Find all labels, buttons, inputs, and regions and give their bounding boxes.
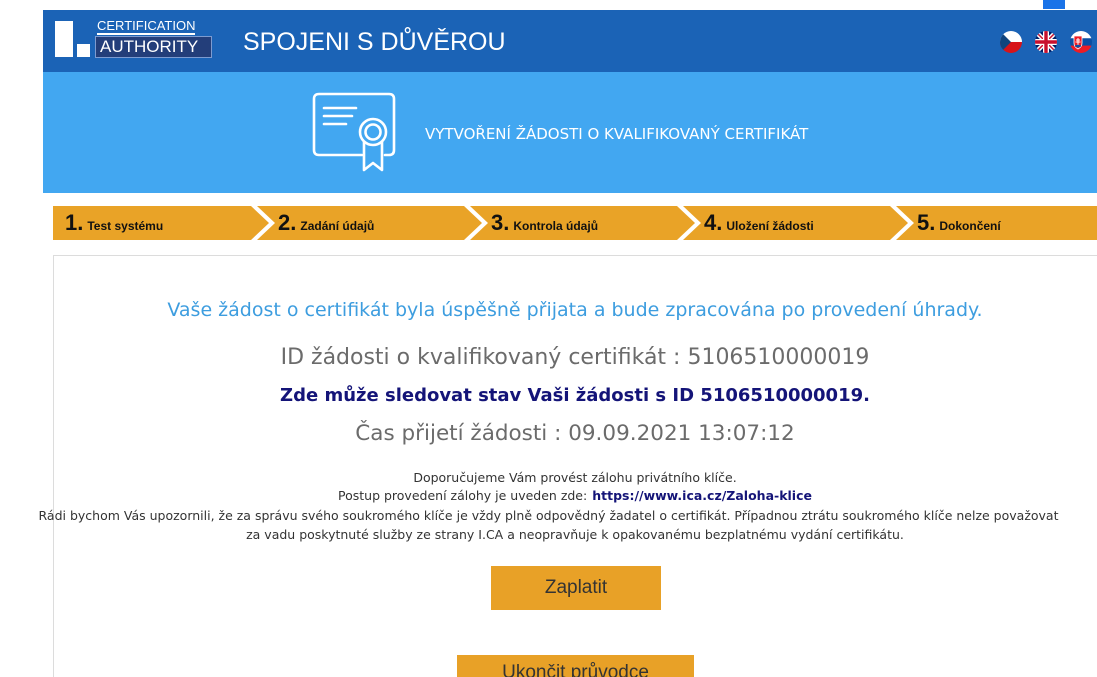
- step-label: Uložení žádosti: [726, 219, 814, 233]
- wizard-title: VYTVOŘENÍ ŽÁDOSTI O KVALIFIKOVANÝ CERTIF…: [425, 125, 809, 143]
- success-message: Vaše žádost o certifikát byla úspěšně př…: [167, 299, 983, 321]
- certificate-icon: [312, 92, 396, 172]
- step-label: Dokončení: [939, 219, 1001, 233]
- flag-cz-icon[interactable]: [1000, 31, 1022, 53]
- wizard-step-1: 1. Test systému: [53, 206, 275, 240]
- flag-gb-icon[interactable]: [1035, 31, 1057, 53]
- logo-text-authority: AUTHORITY: [95, 36, 212, 58]
- step-label: Test systému: [87, 219, 164, 233]
- wizard-step-2: 2. Zadání údajů: [266, 206, 488, 240]
- notice-line: Rádi bychom Vás upozornili, že za správu…: [38, 508, 1059, 523]
- backup-instructions: Postup provedení zálohy je uveden zde: ht…: [53, 487, 1097, 505]
- step-number: 4.: [704, 210, 723, 235]
- step-number: 2.: [278, 210, 297, 235]
- logo-mark-dot: [77, 44, 90, 57]
- step-number: 1.: [65, 210, 84, 235]
- backup-instructions-text: Postup provedení zálohy je uveden zde:: [338, 488, 588, 503]
- step-label: Kontrola údajů: [513, 219, 599, 233]
- backup-guide-link[interactable]: https://www.ica.cz/Zaloha-klice: [592, 488, 812, 503]
- logo-mark-bar: [55, 21, 73, 57]
- logo-text-certification: CERTIFICATION: [97, 18, 196, 35]
- wizard-step-3: 3. Kontrola údajů: [479, 206, 701, 240]
- wizard-step-4: 4. Uložení žádosti: [692, 206, 914, 240]
- request-status-row: Zde může sledovat stav Vaši žádosti s ID…: [53, 384, 1097, 408]
- received-time: Čas přijetí žádosti : 09.09.2021 13:07:1…: [355, 421, 795, 446]
- step-number: 3.: [491, 210, 510, 235]
- exit-wizard-button[interactable]: Ukončit průvodce: [457, 655, 694, 677]
- header-tagline: SPOJENI S DŮVĚROU: [243, 28, 506, 56]
- step-label: Zadání údajů: [300, 219, 375, 233]
- notice-line: za vadu poskytnuté služby ze strany I.CA…: [246, 527, 904, 542]
- exit-wizard-label: Ukončit průvodce: [502, 662, 649, 677]
- step-number: 5.: [917, 210, 936, 235]
- top-edge-tab: [1043, 0, 1065, 9]
- wizard-banner: VYTVOŘENÍ ŽÁDOSTI O KVALIFIKOVANÝ CERTIF…: [43, 72, 1097, 193]
- backup-recommendation: Doporučujeme Vám provést zálohu privátní…: [413, 470, 737, 485]
- pay-button[interactable]: Zaplatit: [491, 566, 661, 610]
- ica-logo[interactable]: CERTIFICATION AUTHORITY: [43, 10, 223, 72]
- request-status-link[interactable]: Zde může sledovat stav Vaši žádosti s ID…: [280, 385, 870, 406]
- request-id: ID žádosti o kvalifikovaný certifikát : …: [280, 345, 870, 370]
- flag-sk-icon[interactable]: [1070, 31, 1092, 53]
- site-header: CERTIFICATION AUTHORITY SPOJENI S DŮVĚRO…: [43, 10, 1097, 72]
- wizard-step-5: 5. Dokončení: [905, 206, 1097, 240]
- wizard-steps: 1. Test systému 2. Zadání údajů 3. Kontrola…: [53, 206, 1097, 240]
